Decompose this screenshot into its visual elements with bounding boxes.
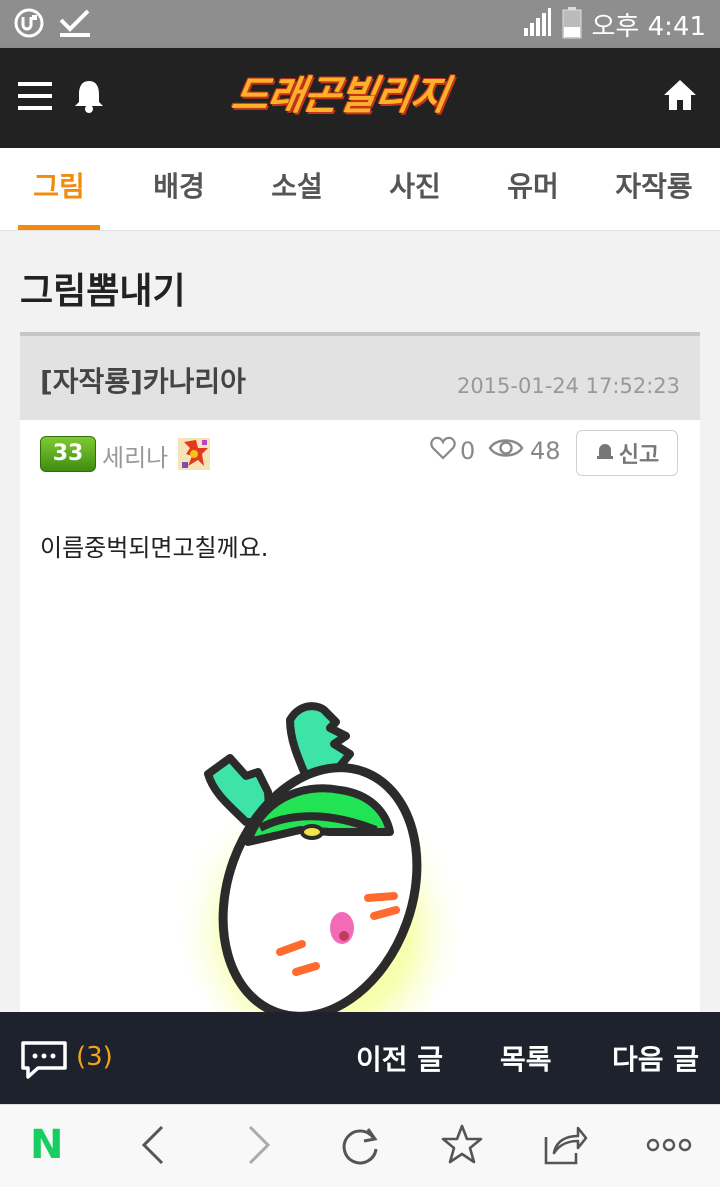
post-card: [자작룡]카나리아 2015-01-24 17:52:23 33 세리나 0 4: [20, 332, 700, 1052]
tab-novel[interactable]: 소설: [256, 148, 338, 230]
comment-icon[interactable]: [20, 1040, 68, 1084]
eye-icon: [488, 436, 524, 466]
avatar: [176, 434, 212, 472]
level-badge: 33: [40, 436, 96, 472]
report-label: 신고: [618, 443, 660, 468]
author-name[interactable]: 세리나: [102, 438, 168, 473]
post-image[interactable]: [150, 682, 470, 1052]
signal-icon: [522, 7, 552, 42]
logo[interactable]: 드래곤빌리지: [228, 66, 488, 126]
tab-drawing[interactable]: 그림: [18, 148, 100, 230]
prev-post-button[interactable]: 이전 글: [356, 1038, 443, 1078]
star-icon[interactable]: [440, 1123, 484, 1171]
bell-icon[interactable]: [72, 78, 106, 118]
heart-icon: [430, 436, 456, 466]
tab-custom-dragon[interactable]: 자작룡: [604, 148, 704, 230]
category-tabs: 그림 배경 소설 사진 유머 자작룡: [0, 148, 720, 231]
forward-icon[interactable]: [244, 1123, 274, 1171]
logo-text: 드래곤빌리지: [227, 73, 451, 119]
menu-icon[interactable]: [18, 80, 52, 116]
back-icon[interactable]: [138, 1123, 168, 1171]
view-count: 48: [530, 437, 561, 465]
clock: 오후 4:41: [591, 12, 707, 42]
app-icon: [14, 8, 44, 42]
post-date: 2015-01-24 17:52:23: [456, 374, 680, 398]
refresh-icon[interactable]: [338, 1123, 382, 1171]
tab-photo[interactable]: 사진: [374, 148, 456, 230]
report-button[interactable]: 신고: [576, 430, 678, 476]
browser-toolbar: N: [0, 1104, 720, 1187]
section-title: 그림뽐내기: [20, 271, 186, 312]
app-bar: 드래곤빌리지: [0, 48, 720, 148]
post-body-text: 이름중벅되면고칠께요.: [40, 534, 269, 562]
siren-icon: [595, 440, 615, 466]
battery-icon: [562, 6, 582, 43]
tab-background[interactable]: 배경: [138, 148, 220, 230]
view-count-group: 48: [488, 436, 561, 466]
post-header: [자작룡]카나리아 2015-01-24 17:52:23: [20, 332, 700, 420]
like-button[interactable]: 0: [430, 436, 475, 466]
comment-count[interactable]: (3): [76, 1042, 113, 1072]
active-tab-indicator: [18, 225, 100, 230]
like-count: 0: [460, 437, 476, 465]
post-meta: 33 세리나 0 48 신고: [20, 420, 700, 490]
more-icon[interactable]: [646, 1135, 692, 1159]
download-check-icon: [58, 8, 92, 42]
status-bar: 오후 4:41: [0, 0, 720, 48]
naver-home-button[interactable]: N: [30, 1123, 63, 1167]
post-nav-bar: (3) 이전 글 목록 다음 글: [0, 1012, 720, 1104]
tab-humor[interactable]: 유머: [492, 148, 574, 230]
home-icon[interactable]: [662, 78, 698, 116]
list-button[interactable]: 목록: [500, 1038, 552, 1078]
share-icon[interactable]: [542, 1123, 588, 1171]
next-post-button[interactable]: 다음 글: [612, 1038, 699, 1078]
post-title: [자작룡]카나리아: [40, 365, 246, 398]
